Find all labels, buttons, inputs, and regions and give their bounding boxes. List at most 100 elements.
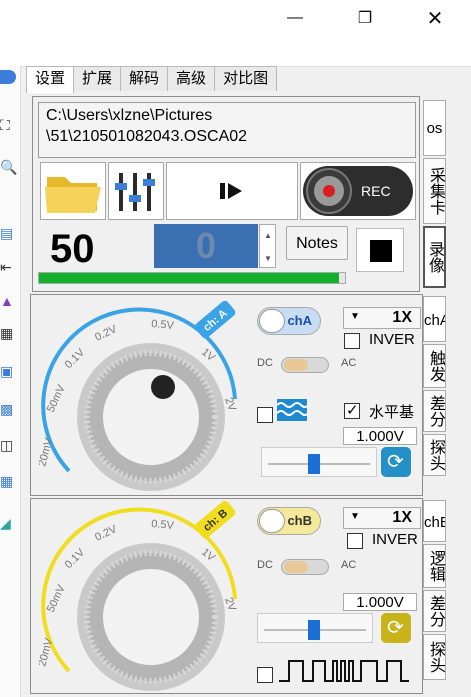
spin-down-icon[interactable]: ▼ bbox=[264, 254, 272, 263]
record-button[interactable]: REC bbox=[300, 162, 416, 220]
record-dot-icon bbox=[323, 185, 335, 197]
channel-b-logic-checkbox[interactable] bbox=[257, 667, 273, 683]
logic-wave-icon bbox=[279, 660, 409, 682]
spin-arrows[interactable]: ▲ ▼ bbox=[259, 224, 276, 268]
channel-a-panel: 20mV 50mV 0.1V 0.2V 0.5V 1V 2V ch: A chA… bbox=[30, 294, 423, 496]
mixer-settings-button[interactable] bbox=[108, 162, 164, 220]
channel-a-dc-label: DC bbox=[257, 357, 273, 369]
measure-icon[interactable]: ◫ bbox=[0, 436, 18, 454]
maximize-icon[interactable]: ❐ bbox=[342, 0, 388, 36]
check-icon: ✓ bbox=[346, 402, 359, 419]
channel-b-knob[interactable]: 20mV 50mV 0.1V 0.2V 0.5V 1V 2V ch: B bbox=[39, 501, 249, 691]
vtab-chb[interactable]: chE bbox=[423, 500, 446, 542]
tick-b-0.1v: 0.1V bbox=[63, 546, 88, 571]
channel-a-knob[interactable]: 20mV 50mV 0.1V 0.2V 0.5V 1V 2V ch: A bbox=[39, 299, 249, 491]
chevron-down-icon: ▼ bbox=[350, 511, 360, 522]
channel-b-toggle[interactable]: chB bbox=[257, 507, 321, 535]
play-step-icon bbox=[220, 183, 242, 199]
refresh-icon: ⟳ bbox=[387, 617, 404, 639]
spin-value-input[interactable]: 0 bbox=[154, 224, 258, 268]
vtab-probe-b-label: 探头 bbox=[427, 641, 444, 673]
triangle-icon[interactable]: ◢ bbox=[0, 514, 18, 532]
tab-extend[interactable]: 扩展 bbox=[73, 66, 122, 91]
channel-a-value[interactable]: 1.000V bbox=[343, 427, 417, 445]
cursor-icon[interactable]: ▤ bbox=[0, 224, 18, 242]
vtab-probe-b[interactable]: 探头 bbox=[423, 634, 446, 680]
tick-b-0.5v: 0.5V bbox=[151, 518, 175, 532]
shape-icon[interactable]: ▲ bbox=[0, 292, 18, 310]
vtab-trigger-label: 触发 bbox=[427, 350, 444, 382]
channel-b-slider-thumb[interactable] bbox=[308, 620, 320, 640]
tab-advanced[interactable]: 高级 bbox=[167, 66, 216, 91]
stop-button[interactable] bbox=[356, 228, 404, 272]
tab-decode[interactable]: 解码 bbox=[120, 66, 169, 91]
tick-a-0.1v: 0.1V bbox=[63, 346, 88, 371]
file-path-display: C:\Users\xlzne\Pictures \51\210501082043… bbox=[38, 102, 416, 158]
left-toolbar: ⛶ 🔍 ▤ ⇤ ▲ ▦ ▣ ▩ ◫ ▦ ◢ bbox=[0, 66, 21, 697]
toolbar-toggle-icon[interactable] bbox=[0, 70, 16, 84]
open-folder-button[interactable] bbox=[40, 162, 106, 220]
close-icon[interactable]: ✕ bbox=[412, 0, 458, 36]
plus-icon[interactable]: ▦ bbox=[0, 324, 18, 342]
channel-b-reset-button[interactable]: ⟳ bbox=[381, 613, 411, 643]
channel-a-slider-thumb[interactable] bbox=[308, 454, 320, 474]
channel-a-invert-label: INVER bbox=[369, 331, 415, 348]
fit-icon[interactable]: ⛶ bbox=[0, 116, 18, 134]
channel-b-invert-checkbox[interactable] bbox=[347, 533, 363, 549]
channel-a-coupling-switch[interactable] bbox=[281, 357, 329, 373]
channel-b-value[interactable]: 1.000V bbox=[343, 593, 417, 611]
grid-icon[interactable]: ▩ bbox=[0, 400, 18, 418]
channel-b-scale-select[interactable]: ▼ 1X bbox=[343, 507, 421, 529]
play-step-button[interactable] bbox=[166, 162, 298, 220]
channel-b-coupling-switch[interactable] bbox=[281, 559, 329, 575]
progress-fill bbox=[39, 273, 339, 283]
vtab-cha[interactable]: chA bbox=[423, 296, 446, 342]
table-icon[interactable]: ▦ bbox=[0, 472, 18, 490]
vtab-capture-card[interactable]: 采集卡 bbox=[423, 158, 446, 224]
channel-b-panel: 20mV 50mV 0.1V 0.2V 0.5V 1V 2V ch: B chB… bbox=[30, 498, 423, 694]
vtab-trigger[interactable]: 触发 bbox=[423, 344, 446, 388]
vtab-logic-label: 逻辑 bbox=[427, 550, 444, 582]
channel-b-ac-label: AC bbox=[341, 559, 357, 571]
refresh-icon: ⟳ bbox=[387, 451, 404, 473]
title-bar: — ❐ ✕ bbox=[0, 0, 471, 36]
channel-a-reset-button[interactable]: ⟳ bbox=[381, 447, 411, 477]
vtab-logic[interactable]: 逻辑 bbox=[423, 544, 446, 588]
tab-compare[interactable]: 对比图 bbox=[214, 66, 278, 91]
channel-a-coupling-knob bbox=[284, 359, 308, 371]
rec-label: REC bbox=[361, 183, 391, 199]
vtab-cha-label: chA bbox=[424, 312, 445, 329]
vtab-os-label: os bbox=[426, 120, 443, 137]
spin-up-icon[interactable]: ▲ bbox=[264, 231, 272, 240]
channel-a-invert-checkbox[interactable] bbox=[344, 333, 360, 349]
tick-b-0.2v: 0.2V bbox=[93, 523, 119, 544]
channel-a-horizontal-checkbox[interactable]: ✓ bbox=[344, 402, 360, 419]
folder-icon bbox=[45, 177, 101, 213]
channel-a-wave-checkbox[interactable] bbox=[257, 407, 273, 423]
vtab-os[interactable]: os bbox=[423, 100, 446, 156]
tick-a-50mv: 50mV bbox=[45, 383, 68, 415]
channel-b-dc-label: DC bbox=[257, 559, 273, 571]
channel-a-scale-select[interactable]: ▼ 1X bbox=[343, 307, 421, 329]
vtab-recording-label: 录像 bbox=[426, 241, 443, 273]
notes-button[interactable]: Notes bbox=[286, 226, 348, 260]
record-button-graphic bbox=[303, 166, 413, 216]
vtab-recording[interactable]: 录像 bbox=[423, 226, 446, 288]
channel-a-toggle-knob bbox=[259, 309, 285, 333]
vtab-probe-a-label: 探头 bbox=[427, 439, 444, 471]
save-icon[interactable]: ▣ bbox=[0, 362, 18, 380]
marker-icon[interactable]: ⇤ bbox=[0, 258, 18, 276]
vtab-probe-a[interactable]: 探头 bbox=[423, 434, 446, 476]
channel-b-coupling-knob bbox=[284, 561, 308, 573]
wave-icon bbox=[276, 399, 309, 421]
minimize-icon[interactable]: — bbox=[272, 0, 318, 36]
channel-a-toggle-label: chA bbox=[287, 313, 312, 328]
vtab-diff-a[interactable]: 差分 bbox=[423, 390, 446, 432]
tab-settings[interactable]: 设置 bbox=[26, 66, 75, 93]
file-path-line2: \51\210501082043.OSCA02 bbox=[46, 128, 248, 145]
channel-b-offset-slider[interactable] bbox=[257, 613, 373, 643]
channel-a-offset-slider[interactable] bbox=[261, 447, 377, 477]
channel-a-toggle[interactable]: chA bbox=[257, 307, 321, 335]
vtab-diff-b[interactable]: 差分 bbox=[423, 590, 446, 632]
zoom-icon[interactable]: 🔍 bbox=[0, 158, 18, 176]
